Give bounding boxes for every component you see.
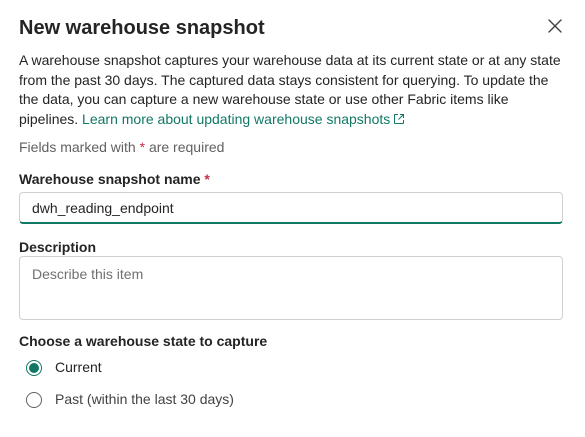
- required-asterisk: *: [139, 139, 146, 155]
- dialog-description: A warehouse snapshot captures your wareh…: [19, 51, 564, 130]
- learn-more-link-text: Learn more about updating warehouse snap…: [82, 110, 391, 127]
- radio-selected-dot: [29, 362, 39, 373]
- dialog-title: New warehouse snapshot: [19, 17, 265, 39]
- description-textarea[interactable]: [19, 256, 563, 320]
- learn-more-link[interactable]: Learn more about updating warehouse snap…: [82, 111, 405, 127]
- radio-current-indicator[interactable]: [26, 359, 42, 376]
- radio-current-label: Current: [55, 359, 102, 375]
- state-label: Choose a warehouse state to capture: [19, 333, 268, 349]
- radio-past-indicator[interactable]: [26, 391, 42, 408]
- required-note-suffix: are required: [148, 139, 225, 155]
- required-marker: *: [204, 171, 210, 187]
- snapshot-name-label: Warehouse snapshot name *: [19, 170, 210, 189]
- snapshot-name-label-text: Warehouse snapshot name: [19, 171, 201, 187]
- radio-current[interactable]: Current: [26, 358, 102, 377]
- close-icon: [545, 16, 565, 36]
- required-fields-note: Fields marked with * are required: [19, 138, 224, 157]
- close-button[interactable]: [545, 16, 565, 36]
- external-link-icon: [393, 111, 405, 131]
- description-label: Description: [19, 239, 97, 255]
- snapshot-name-input[interactable]: [19, 192, 563, 224]
- required-note-prefix: Fields marked with: [19, 139, 136, 155]
- radio-past-label: Past (within the last 30 days): [55, 391, 234, 407]
- radio-past[interactable]: Past (within the last 30 days): [26, 390, 234, 409]
- new-warehouse-snapshot-dialog: New warehouse snapshot A warehouse snaps…: [0, 0, 585, 437]
